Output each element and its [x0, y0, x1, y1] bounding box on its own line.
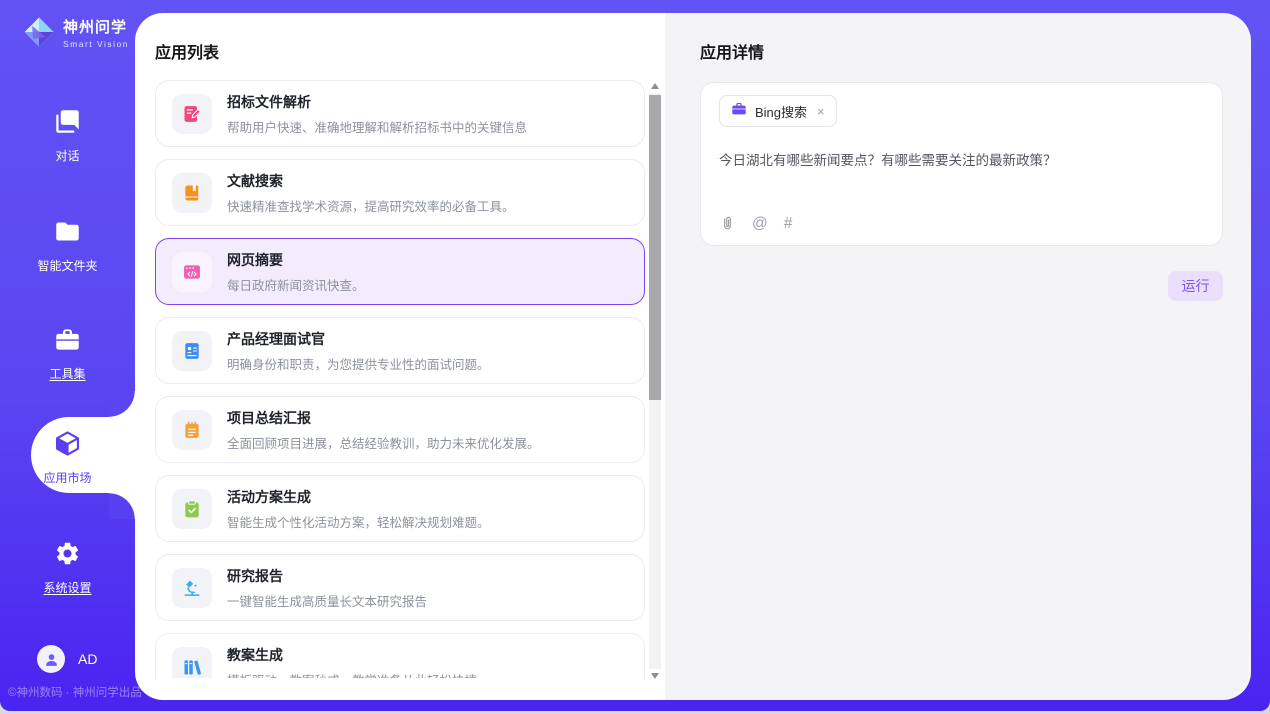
app-detail-title: 应用详情: [700, 39, 764, 63]
app-card-title: 研究报告: [227, 566, 427, 586]
hash-icon[interactable]: #: [784, 216, 793, 232]
scrollbar-thumb[interactable]: [649, 95, 661, 400]
app-card[interactable]: 教案生成模板驱动，教案秒成，教学准备从此轻松快捷: [155, 633, 645, 678]
run-button[interactable]: 运行: [1168, 271, 1223, 301]
sidebar-item-label: 应用市场: [43, 469, 91, 486]
at-icon[interactable]: @: [752, 216, 768, 232]
webpage-icon: [172, 252, 212, 292]
app-card-title: 文献搜索: [227, 171, 515, 191]
app-card[interactable]: 网页摘要每日政府新闻资讯快查。: [155, 238, 645, 305]
chat-icon: [54, 108, 81, 140]
app-card-description: 全面回顾项目进展，总结经验教训，助力未来优化发展。: [227, 433, 540, 452]
notepad-icon: [172, 410, 212, 450]
content-area: 应用列表 招标文件解析帮助用户快速、准确地理解和解析招标书中的关键信息文献搜索快…: [135, 13, 1251, 700]
user-account[interactable]: AD: [37, 645, 97, 673]
person-icon: [43, 651, 60, 668]
app-card-description: 智能生成个性化活动方案，轻松解决规划难题。: [227, 512, 490, 531]
copyright-text: ©神州数码 · 神州问学出品: [8, 684, 142, 700]
app-list-panel: 应用列表 招标文件解析帮助用户快速、准确地理解和解析招标书中的关键信息文献搜索快…: [135, 13, 665, 700]
app-list: 招标文件解析帮助用户快速、准确地理解和解析招标书中的关键信息文献搜索快速精准查找…: [155, 80, 645, 678]
sidebar-item-label: 对话: [55, 147, 79, 164]
briefcase-icon: [731, 101, 747, 122]
sidebar-item-label: 智能文件夹: [37, 257, 97, 274]
toolbox-icon: [54, 326, 81, 358]
app-card-description: 每日政府新闻资讯快查。: [227, 275, 365, 294]
microscope-icon: [172, 568, 212, 608]
tool-tag-bing[interactable]: Bing搜索 ×: [719, 95, 837, 127]
app-card-title: 产品经理面试官: [227, 329, 490, 349]
composer-toolbar: @#: [719, 215, 792, 232]
app-detail-panel: 应用详情 Bing搜索 × 今日湖北有哪些新闻要点？有哪些需要关注的最新政策？ …: [665, 13, 1251, 700]
tool-tag-label: Bing搜索: [755, 102, 807, 121]
app-card[interactable]: 产品经理面试官明确身份和职责，为您提供专业性的面试问题。: [155, 317, 645, 384]
sidebar-item-3[interactable]: 应用市场: [0, 430, 135, 486]
remove-tool-icon[interactable]: ×: [817, 104, 825, 119]
gear-icon: [54, 540, 81, 572]
app-card-title: 教案生成: [227, 645, 477, 665]
app-card-description: 帮助用户快速、准确地理解和解析招标书中的关键信息: [227, 117, 527, 136]
avatar: [37, 645, 65, 673]
scroll-down-arrow-icon[interactable]: [651, 673, 659, 679]
app-card-title: 项目总结汇报: [227, 408, 540, 428]
books-icon: [172, 647, 212, 679]
sidebar-item-label: 工具集: [49, 365, 85, 382]
sidebar-item-0[interactable]: 对话: [0, 108, 135, 164]
app-card-description: 一键智能生成高质量长文本研究报告: [227, 591, 427, 610]
app-card[interactable]: 项目总结汇报全面回顾项目进展，总结经验教训，助力未来优化发展。: [155, 396, 645, 463]
app-card[interactable]: 文献搜索快速精准查找学术资源，提高研究效率的必备工具。: [155, 159, 645, 226]
app-card-title: 网页摘要: [227, 250, 365, 270]
app-card-description: 模板驱动，教案秒成，教学准备从此轻松快捷: [227, 670, 477, 679]
sidebar-item-label: 系统设置: [43, 579, 91, 596]
app-card-title: 招标文件解析: [227, 92, 527, 112]
app-card-description: 快速精准查找学术资源，提高研究效率的必备工具。: [227, 196, 515, 215]
app-card[interactable]: 研究报告一键智能生成高质量长文本研究报告: [155, 554, 645, 621]
app-list-title: 应用列表: [155, 39, 219, 63]
scroll-up-arrow-icon[interactable]: [651, 83, 659, 89]
clipboard-check-icon: [172, 489, 212, 529]
sidebar: 神州问学 Smart Vision 对话智能文件夹工具集应用市场系统设置 AD …: [0, 0, 135, 711]
brand-subtitle: Smart Vision: [63, 39, 129, 49]
bid-doc-icon: [172, 94, 212, 134]
app-card[interactable]: 活动方案生成智能生成个性化活动方案，轻松解决规划难题。: [155, 475, 645, 542]
cube-icon: [54, 430, 81, 462]
query-text[interactable]: 今日湖北有哪些新闻要点？有哪些需要关注的最新政策？: [719, 152, 1204, 170]
resume-icon: [172, 331, 212, 371]
sidebar-item-1[interactable]: 智能文件夹: [0, 218, 135, 274]
composer-card[interactable]: Bing搜索 × 今日湖北有哪些新闻要点？有哪些需要关注的最新政策？ @#: [700, 82, 1223, 246]
paperclip-icon[interactable]: [719, 215, 736, 232]
scrollbar[interactable]: [649, 83, 661, 679]
brand-logo: 神州问学 Smart Vision: [22, 15, 129, 49]
book-icon: [172, 173, 212, 213]
brand-diamond-icon: [22, 15, 56, 49]
folder-icon: [54, 218, 81, 250]
app-card[interactable]: 招标文件解析帮助用户快速、准确地理解和解析招标书中的关键信息: [155, 80, 645, 147]
app-window: 神州问学 Smart Vision 对话智能文件夹工具集应用市场系统设置 AD …: [0, 0, 1270, 711]
sidebar-item-4[interactable]: 系统设置: [0, 540, 135, 596]
app-card-title: 活动方案生成: [227, 487, 490, 507]
sidebar-item-2[interactable]: 工具集: [0, 326, 135, 382]
user-initials: AD: [78, 651, 97, 667]
brand-name: 神州问学: [63, 16, 129, 37]
app-card-description: 明确身份和职责，为您提供专业性的面试问题。: [227, 354, 490, 373]
